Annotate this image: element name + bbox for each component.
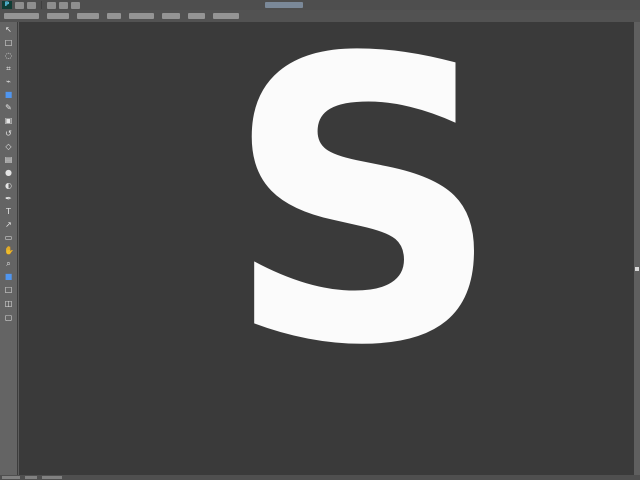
foreground-color-icon[interactable]: ■ [4,273,13,281]
blur-icon[interactable]: ● [4,169,13,177]
type-icon[interactable]: T [4,208,13,216]
app-icon[interactable]: P [2,1,12,9]
gradient-icon[interactable]: ▤ [4,156,13,164]
right-panel-edge [634,22,640,475]
tool-option-button[interactable] [47,13,69,19]
adjustments-icon[interactable] [47,1,56,9]
path-selection-icon[interactable]: ↗ [4,221,13,229]
tools-panel: ↖ □ ◌ ⌗ ⌁ ■ ✎ ▣ ↺ ◇ ▤ ● ◐ ✒ T ↗ ▭ ✋ ⌕ ■ … [0,22,18,475]
tool-option-button[interactable] [4,13,39,19]
title-bar: P [0,0,640,10]
mask-icon[interactable]: ◫ [4,300,13,308]
eraser-icon[interactable]: ◇ [4,143,13,151]
pen-icon[interactable]: ✒ [4,195,13,203]
panel-collapse-handle[interactable] [635,267,639,271]
stamp-icon[interactable]: ▣ [4,117,13,125]
tool-option-button[interactable] [213,13,239,19]
settings-icon[interactable] [59,1,68,9]
image-editor-window: P ↖ □ ◌ ⌗ ⌁ ■ ✎ ▣ ↺ ◇ ▤ ● ◐ ✒ T ↗ ▭ ✋ ⌕ … [0,0,640,480]
history-icon[interactable] [71,1,80,9]
zoom-icon[interactable]: ⌕ [4,260,13,268]
toolbar-separator [41,1,42,9]
screen-mode-icon[interactable]: ▢ [4,314,13,322]
status-segment [25,476,37,479]
status-segment [42,476,62,479]
marquee-icon[interactable]: □ [4,39,13,47]
crop-icon[interactable]: ⌗ [4,65,13,73]
tool-option-button[interactable] [129,13,154,19]
active-workspace-chip[interactable] [265,2,303,8]
layers-icon[interactable] [27,1,36,9]
tool-option-button[interactable] [107,13,121,19]
brush-icon[interactable]: ✎ [4,104,13,112]
status-bar [0,475,640,480]
dodge-icon[interactable]: ◐ [4,182,13,190]
shape-icon[interactable]: ▭ [4,234,13,242]
document-canvas[interactable]: S [19,22,634,475]
tool-option-button[interactable] [188,13,205,19]
tool-option-button[interactable] [162,13,180,19]
options-bar [0,10,640,22]
canvas-letter: S [224,22,502,432]
healing-icon[interactable]: ■ [4,91,13,99]
tool-option-button[interactable] [77,13,99,19]
lasso-icon[interactable]: ◌ [4,52,13,60]
eyedropper-icon[interactable]: ⌁ [4,78,13,86]
hand-icon[interactable]: ✋ [4,247,14,255]
background-color-icon[interactable]: □ [4,286,13,294]
document-icon[interactable] [15,1,24,9]
move-icon[interactable]: ↖ [4,26,13,34]
history-brush-icon[interactable]: ↺ [4,130,13,138]
status-segment [2,476,20,479]
